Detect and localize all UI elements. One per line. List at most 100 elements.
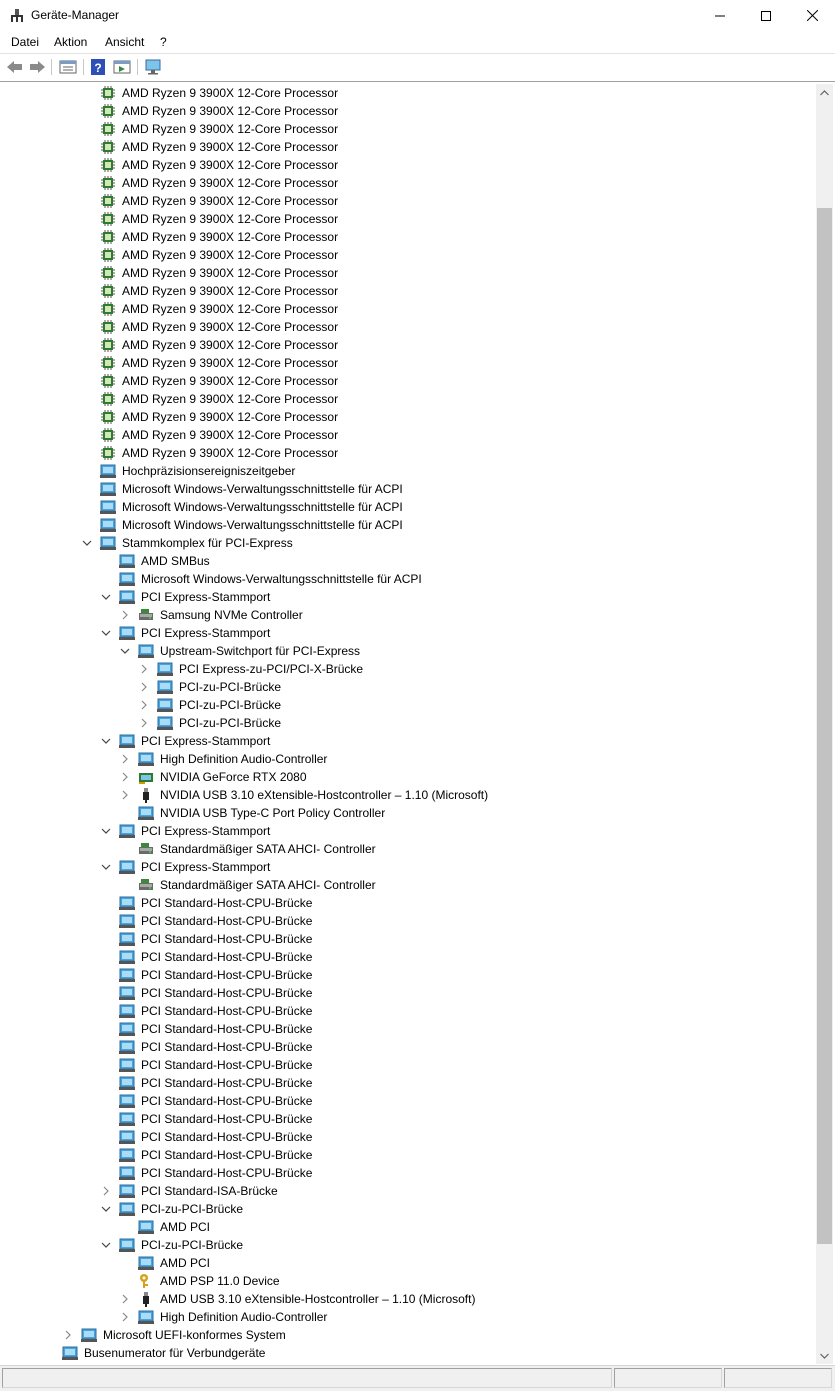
tree-item[interactable]: Busenumerator für Verbundgeräte bbox=[3, 1344, 816, 1362]
menu-help[interactable]: ? bbox=[160, 35, 167, 49]
tree-item[interactable]: AMD Ryzen 9 3900X 12-Core Processor bbox=[3, 246, 816, 264]
collapse-chevron-icon[interactable] bbox=[81, 534, 93, 552]
expand-chevron-icon[interactable] bbox=[119, 750, 131, 768]
tree-item[interactable]: PCI Standard-Host-CPU-Brücke bbox=[3, 1128, 816, 1146]
menu-aktion[interactable]: Aktion bbox=[54, 35, 87, 49]
tree-item[interactable]: PCI-zu-PCI-Brücke bbox=[3, 678, 816, 696]
tree-item[interactable]: Microsoft Windows-Verwaltungsschnittstel… bbox=[3, 498, 816, 516]
tree-item[interactable]: AMD Ryzen 9 3900X 12-Core Processor bbox=[3, 120, 816, 138]
tree-item[interactable]: PCI-zu-PCI-Brücke bbox=[3, 714, 816, 732]
tree-item[interactable]: PCI Express-zu-PCI/PCI-X-Brücke bbox=[3, 660, 816, 678]
tree-item[interactable]: AMD Ryzen 9 3900X 12-Core Processor bbox=[3, 156, 816, 174]
tree-item[interactable]: AMD SMBus bbox=[3, 552, 816, 570]
tree-item[interactable]: AMD Ryzen 9 3900X 12-Core Processor bbox=[3, 318, 816, 336]
tree-item[interactable]: Samsung NVMe Controller bbox=[3, 606, 816, 624]
tree-item[interactable]: AMD PCI bbox=[3, 1218, 816, 1236]
tree-item[interactable]: PCI Express-Stammport bbox=[3, 822, 816, 840]
tree-item[interactable]: Microsoft Windows-Verwaltungsschnittstel… bbox=[3, 570, 816, 588]
collapse-chevron-icon[interactable] bbox=[100, 822, 112, 840]
tree-item[interactable]: PCI-zu-PCI-Brücke bbox=[3, 1236, 816, 1254]
menu-ansicht[interactable]: Ansicht bbox=[105, 35, 144, 49]
expand-chevron-icon[interactable] bbox=[62, 1326, 74, 1344]
tree-item[interactable]: PCI Standard-Host-CPU-Brücke bbox=[3, 1092, 816, 1110]
tree-item[interactable]: AMD Ryzen 9 3900X 12-Core Processor bbox=[3, 372, 816, 390]
close-button[interactable] bbox=[789, 0, 835, 31]
tree-item[interactable]: Microsoft Windows-Verwaltungsschnittstel… bbox=[3, 480, 816, 498]
tree-item[interactable]: AMD Ryzen 9 3900X 12-Core Processor bbox=[3, 390, 816, 408]
tree-item[interactable]: PCI Express-Stammport bbox=[3, 732, 816, 750]
collapse-chevron-icon[interactable] bbox=[100, 1236, 112, 1254]
expand-chevron-icon[interactable] bbox=[138, 696, 150, 714]
tree-item[interactable]: PCI Standard-Host-CPU-Brücke bbox=[3, 948, 816, 966]
expand-chevron-icon[interactable] bbox=[100, 1182, 112, 1200]
help-icon[interactable]: ? bbox=[89, 58, 109, 76]
device-tree[interactable]: AMD Ryzen 9 3900X 12-Core Processor AMD R… bbox=[3, 84, 816, 1362]
back-icon[interactable] bbox=[5, 58, 25, 76]
tree-item[interactable]: PCI Express-Stammport bbox=[3, 858, 816, 876]
tree-item[interactable]: Upstream-Switchport für PCI-Express bbox=[3, 642, 816, 660]
tree-item[interactable]: PCI Standard-Host-CPU-Brücke bbox=[3, 1002, 816, 1020]
expand-chevron-icon[interactable] bbox=[119, 1308, 131, 1326]
expand-chevron-icon[interactable] bbox=[119, 768, 131, 786]
expand-chevron-icon[interactable] bbox=[119, 1290, 131, 1308]
properties-icon[interactable] bbox=[58, 58, 78, 76]
scroll-up-button[interactable] bbox=[816, 84, 833, 101]
minimize-button[interactable] bbox=[697, 0, 743, 31]
tree-item[interactable]: AMD Ryzen 9 3900X 12-Core Processor bbox=[3, 336, 816, 354]
expand-chevron-icon[interactable] bbox=[138, 678, 150, 696]
tree-item[interactable]: AMD Ryzen 9 3900X 12-Core Processor bbox=[3, 264, 816, 282]
tree-item[interactable]: PCI Standard-Host-CPU-Brücke bbox=[3, 1038, 816, 1056]
tree-item[interactable]: AMD Ryzen 9 3900X 12-Core Processor bbox=[3, 354, 816, 372]
tree-item[interactable]: Hochpräzisionsereigniszeitgeber bbox=[3, 462, 816, 480]
tree-item[interactable]: PCI Standard-Host-CPU-Brücke bbox=[3, 966, 816, 984]
tree-item[interactable]: High Definition Audio-Controller bbox=[3, 750, 816, 768]
tree-item[interactable]: PCI Express-Stammport bbox=[3, 588, 816, 606]
tree-item[interactable]: AMD Ryzen 9 3900X 12-Core Processor bbox=[3, 138, 816, 156]
tree-item[interactable]: NVIDIA GeForce RTX 2080 bbox=[3, 768, 816, 786]
tree-item[interactable]: Microsoft UEFI-konformes System bbox=[3, 1326, 816, 1344]
monitor-icon[interactable] bbox=[143, 58, 163, 76]
tree-item[interactable]: NVIDIA USB Type-C Port Policy Controller bbox=[3, 804, 816, 822]
expand-chevron-icon[interactable] bbox=[119, 606, 131, 624]
collapse-chevron-icon[interactable] bbox=[119, 642, 131, 660]
tree-item[interactable]: PCI Standard-Host-CPU-Brücke bbox=[3, 1110, 816, 1128]
tree-item[interactable]: AMD Ryzen 9 3900X 12-Core Processor bbox=[3, 228, 816, 246]
tree-item[interactable]: PCI Standard-Host-CPU-Brücke bbox=[3, 1074, 816, 1092]
tree-item[interactable]: PCI Standard-Host-CPU-Brücke bbox=[3, 930, 816, 948]
collapse-chevron-icon[interactable] bbox=[100, 588, 112, 606]
tree-item[interactable]: Microsoft Windows-Verwaltungsschnittstel… bbox=[3, 516, 816, 534]
collapse-chevron-icon[interactable] bbox=[100, 1200, 112, 1218]
tree-item[interactable]: AMD Ryzen 9 3900X 12-Core Processor bbox=[3, 408, 816, 426]
tree-item[interactable]: PCI Standard-Host-CPU-Brücke bbox=[3, 984, 816, 1002]
tree-item[interactable]: PCI Standard-Host-CPU-Brücke bbox=[3, 1146, 816, 1164]
tree-item[interactable]: PCI Standard-Host-CPU-Brücke bbox=[3, 1164, 816, 1182]
tree-item[interactable]: AMD Ryzen 9 3900X 12-Core Processor bbox=[3, 102, 816, 120]
collapse-chevron-icon[interactable] bbox=[100, 624, 112, 642]
tree-item[interactable]: AMD Ryzen 9 3900X 12-Core Processor bbox=[3, 282, 816, 300]
tree-item[interactable]: AMD USB 3.10 eXtensible-Hostcontroller –… bbox=[3, 1290, 816, 1308]
tree-item[interactable]: PCI Standard-Host-CPU-Brücke bbox=[3, 1056, 816, 1074]
tree-item[interactable]: AMD Ryzen 9 3900X 12-Core Processor bbox=[3, 174, 816, 192]
tree-item[interactable]: Standardmäßiger SATA AHCI- Controller bbox=[3, 840, 816, 858]
tree-item[interactable]: AMD Ryzen 9 3900X 12-Core Processor bbox=[3, 300, 816, 318]
expand-chevron-icon[interactable] bbox=[119, 786, 131, 804]
tree-item[interactable]: AMD PSP 11.0 Device bbox=[3, 1272, 816, 1290]
tree-item[interactable]: PCI Standard-Host-CPU-Brücke bbox=[3, 912, 816, 930]
tree-item[interactable]: AMD Ryzen 9 3900X 12-Core Processor bbox=[3, 210, 816, 228]
menu-datei[interactable]: Datei bbox=[11, 35, 39, 49]
run-icon[interactable] bbox=[112, 58, 132, 76]
tree-item[interactable]: Standardmäßiger SATA AHCI- Controller bbox=[3, 876, 816, 894]
scroll-thumb[interactable] bbox=[817, 208, 832, 1244]
tree-item[interactable]: PCI-zu-PCI-Brücke bbox=[3, 1200, 816, 1218]
tree-item[interactable]: PCI Standard-ISA-Brücke bbox=[3, 1182, 816, 1200]
tree-item[interactable]: AMD Ryzen 9 3900X 12-Core Processor bbox=[3, 192, 816, 210]
tree-item[interactable]: PCI Express-Stammport bbox=[3, 624, 816, 642]
tree-item[interactable]: High Definition Audio-Controller bbox=[3, 1308, 816, 1326]
vertical-scrollbar[interactable] bbox=[816, 84, 833, 1364]
tree-item[interactable]: AMD PCI bbox=[3, 1254, 816, 1272]
collapse-chevron-icon[interactable] bbox=[100, 732, 112, 750]
tree-item[interactable]: AMD Ryzen 9 3900X 12-Core Processor bbox=[3, 426, 816, 444]
tree-item[interactable]: AMD Ryzen 9 3900X 12-Core Processor bbox=[3, 84, 816, 102]
tree-item[interactable]: PCI-zu-PCI-Brücke bbox=[3, 696, 816, 714]
scroll-down-button[interactable] bbox=[816, 1347, 833, 1364]
